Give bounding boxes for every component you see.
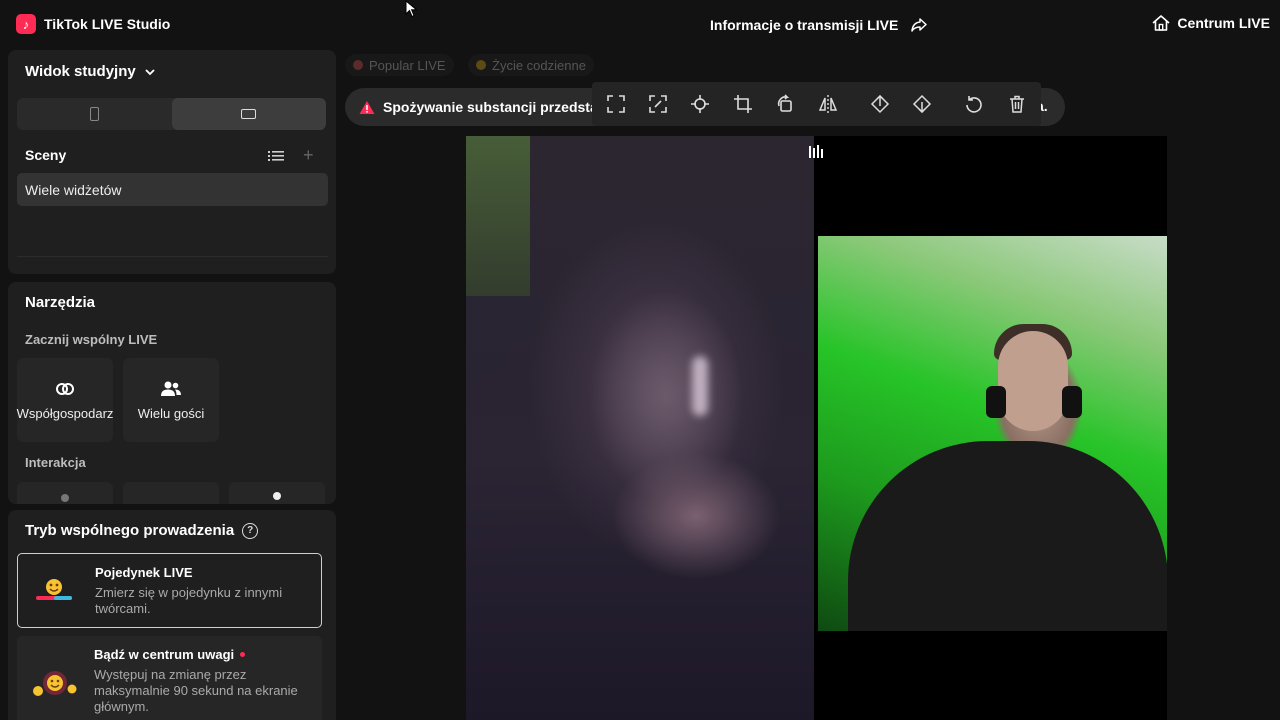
sun-icon xyxy=(476,60,486,70)
background-light xyxy=(466,136,530,296)
source-toolbar xyxy=(592,82,1041,126)
stretch-icon[interactable] xyxy=(648,94,668,114)
interaction-tool-3[interactable] xyxy=(229,482,325,504)
live-preview[interactable] xyxy=(466,136,1167,720)
link-icon xyxy=(56,382,74,395)
guest-figure xyxy=(848,441,1167,631)
battle-emoji-icon xyxy=(36,579,72,600)
crop-icon[interactable] xyxy=(733,94,753,114)
face-highlight xyxy=(692,356,708,416)
cohost-mode-title: Tryb wspólnego prowadzenia xyxy=(25,522,235,539)
studio-panel: Widok studyjny Sceny + Wiele widżetów xyxy=(8,50,336,274)
divider xyxy=(17,256,328,257)
headphones-icon xyxy=(1062,386,1082,418)
orientation-toggle xyxy=(17,98,326,130)
add-scene-icon[interactable]: + xyxy=(303,146,314,164)
guest-video-feed[interactable] xyxy=(818,236,1167,631)
mouse-cursor-icon xyxy=(405,0,418,18)
spotlight-emoji-icon xyxy=(33,671,77,696)
landscape-button[interactable] xyxy=(171,98,326,130)
tools-title: Narzędzia xyxy=(25,294,96,311)
portrait-icon xyxy=(89,107,99,121)
cohost-mode-header: Tryb wspólnego prowadzenia ? xyxy=(25,522,259,539)
category-label: Popular LIVE xyxy=(369,57,446,73)
tool-icon xyxy=(273,492,281,500)
tiktok-logo-icon: ♪ xyxy=(16,14,36,34)
live-info-button[interactable]: Informacje o transmisji LIVE xyxy=(710,16,928,34)
home-icon xyxy=(1152,15,1170,31)
heart-icon xyxy=(353,60,363,70)
category-label: Życie codzienne xyxy=(492,57,586,73)
category-chip-daily-life[interactable]: Życie codzienne xyxy=(468,54,594,76)
spotlight-description: Występuj na zmianę przez maksymalnie 90 … xyxy=(94,667,298,714)
landscape-icon xyxy=(241,109,257,119)
cohost-label: Współgospodarz xyxy=(16,405,114,421)
fit-screen-icon[interactable] xyxy=(606,94,626,114)
tools-panel: Narzędzia Zacznij wspólny LIVE Współgosp… xyxy=(8,282,336,504)
interaction-tool-1[interactable] xyxy=(17,482,113,504)
battle-description: Zmierz się w pojedynku z innymi twórcami… xyxy=(95,585,283,616)
live-info-label: Informacje o transmisji LIVE xyxy=(710,17,899,33)
chevron-down-icon xyxy=(145,68,155,75)
top-bar: ♪ TikTok LIVE Studio Informacje o transm… xyxy=(0,0,1280,50)
battle-title: Pojedynek LIVE xyxy=(95,565,193,580)
cohost-tool-button[interactable]: Współgospodarz xyxy=(17,358,113,442)
spotlight-title: Bądź w centrum uwagi xyxy=(94,647,235,662)
guest-head xyxy=(998,331,1068,431)
cohost-mode-panel: Tryb wspólnego prowadzenia ? Pojedynek L… xyxy=(8,510,336,720)
help-icon[interactable]: ? xyxy=(242,522,259,539)
list-icon[interactable] xyxy=(268,149,284,163)
live-center-button[interactable]: Centrum LIVE xyxy=(1151,14,1270,32)
category-chip-popular[interactable]: Popular LIVE xyxy=(345,54,454,76)
multi-guest-label: Wielu gości xyxy=(137,405,205,421)
bring-forward-icon[interactable] xyxy=(870,94,890,114)
scenes-label: Sceny xyxy=(25,147,67,163)
live-center-label: Centrum LIVE xyxy=(1177,15,1270,31)
warning-text: Spożywanie substancji przedsta xyxy=(383,99,598,115)
app-title: TikTok LIVE Studio xyxy=(44,16,171,32)
start-joint-live-label: Zacznij wspólny LIVE xyxy=(25,332,158,347)
users-icon xyxy=(161,381,181,396)
flip-horizontal-icon[interactable] xyxy=(818,94,838,114)
host-video-feed[interactable] xyxy=(466,136,814,720)
new-indicator-dot xyxy=(240,652,246,657)
audio-level-icon xyxy=(809,145,823,158)
warning-icon xyxy=(359,100,375,114)
app-brand: ♪ TikTok LIVE Studio xyxy=(16,14,170,34)
portrait-button[interactable] xyxy=(17,98,172,130)
undo-icon[interactable] xyxy=(964,94,984,114)
scene-item[interactable]: Wiele widżetów xyxy=(17,173,328,206)
studio-view-dropdown[interactable]: Widok studyjny xyxy=(25,63,156,80)
studio-view-label: Widok studyjny xyxy=(25,63,136,80)
headphones-icon xyxy=(986,386,1006,418)
live-battle-card[interactable]: Pojedynek LIVE Zmierz się w pojedynku z … xyxy=(17,553,322,628)
send-backward-icon[interactable] xyxy=(912,94,932,114)
center-icon[interactable] xyxy=(690,94,710,114)
interaction-tool-2[interactable] xyxy=(123,482,219,504)
tool-icon xyxy=(61,494,69,502)
share-icon xyxy=(911,18,928,32)
spotlight-title-row: Bądź w centrum uwagi xyxy=(94,647,246,662)
spotlight-card[interactable]: Bądź w centrum uwagi Występuj na zmianę … xyxy=(17,636,322,720)
multi-guest-tool-button[interactable]: Wielu gości xyxy=(123,358,219,442)
rotate-icon[interactable] xyxy=(775,94,795,114)
interaction-label: Interakcja xyxy=(25,455,86,470)
delete-icon[interactable] xyxy=(1007,94,1027,114)
